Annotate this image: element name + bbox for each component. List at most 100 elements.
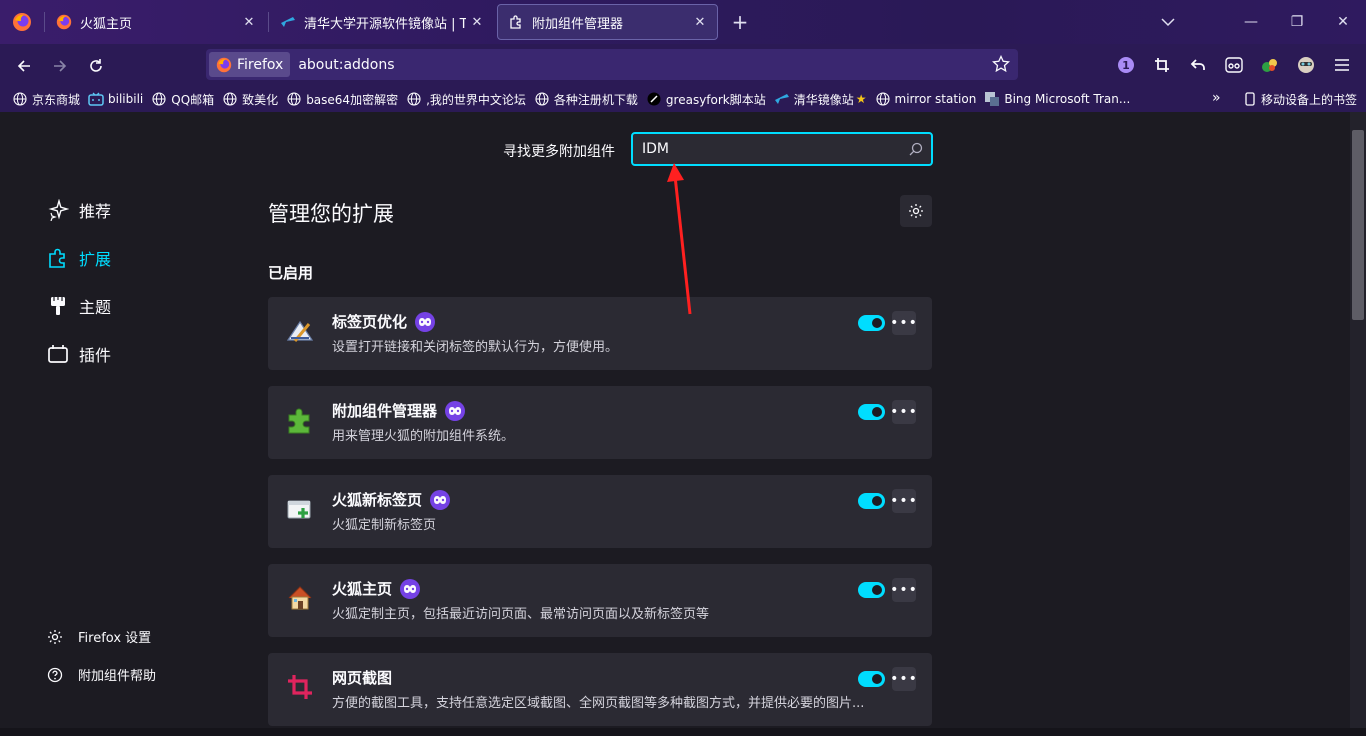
bookmark-item[interactable]: 京东商城 bbox=[8, 88, 84, 110]
bookmark-item[interactable]: Bing Microsoft Tran... bbox=[980, 88, 1134, 110]
addon-enable-toggle[interactable] bbox=[858, 315, 885, 331]
app-menu-button[interactable] bbox=[1330, 53, 1354, 77]
tab-firefox-home[interactable]: 火狐主页 ✕ bbox=[46, 4, 266, 40]
addon-name: 附加组件管理器 bbox=[332, 402, 438, 420]
addon-card[interactable]: 标签页优化 设置打开链接和关闭标签的默认行为，方便使用。 ••• bbox=[268, 297, 932, 370]
forward-button[interactable] bbox=[46, 52, 74, 80]
list-all-tabs-button[interactable] bbox=[1156, 10, 1180, 34]
bookmark-item[interactable]: 各种注册机下载 bbox=[530, 88, 642, 110]
globe-icon bbox=[534, 91, 550, 107]
category-label: 主题 bbox=[79, 298, 112, 317]
firefox-logo-icon bbox=[216, 57, 232, 73]
firefox-settings-link[interactable]: Firefox 设置 bbox=[46, 627, 151, 646]
bookmark-item[interactable]: mirror station bbox=[871, 88, 981, 110]
puzzle-icon bbox=[46, 246, 70, 270]
identity-box[interactable]: Firefox bbox=[209, 52, 291, 77]
bookmark-label: mirror station bbox=[894, 92, 977, 106]
bookmark-label: QQ邮箱 bbox=[171, 92, 215, 107]
enabled-section-heading: 已启用 bbox=[268, 264, 314, 282]
tab-close-icon[interactable]: ✕ bbox=[466, 11, 488, 33]
tab-tuna-mirror[interactable]: 清华大学开源软件镜像站 | Tsing ✕ bbox=[270, 4, 494, 40]
restore-button[interactable]: ❐ bbox=[1274, 0, 1320, 44]
tab-close-icon[interactable]: ✕ bbox=[689, 11, 711, 33]
tab-close-icon[interactable]: ✕ bbox=[238, 11, 260, 33]
bookmark-item[interactable]: 清华镜像站 ★ bbox=[770, 88, 871, 110]
badge-count: 1 bbox=[1122, 58, 1130, 72]
globe-icon bbox=[286, 91, 302, 107]
crop-icon bbox=[284, 671, 316, 703]
avatar-extension-button[interactable] bbox=[1294, 53, 1318, 77]
bookmark-item[interactable]: base64加密解密 bbox=[282, 88, 402, 110]
color-extension-button[interactable] bbox=[1258, 53, 1282, 77]
bookmark-item[interactable]: QQ邮箱 bbox=[147, 88, 218, 110]
firefox-logo-icon bbox=[13, 13, 31, 31]
addon-enable-toggle[interactable] bbox=[858, 582, 885, 598]
addon-enable-toggle[interactable] bbox=[858, 404, 885, 420]
sparkle-icon bbox=[46, 198, 70, 222]
glasses-icon bbox=[1225, 57, 1243, 73]
undo-close-tab-button[interactable] bbox=[1186, 53, 1210, 77]
addon-search-box[interactable] bbox=[631, 132, 933, 166]
category-recommended[interactable]: 推荐 bbox=[46, 196, 111, 224]
addon-description: 方便的截图工具，支持任意选定区域截图、全网页截图等多种截图方式，并提供必要的图片… bbox=[332, 696, 865, 711]
addon-more-options-button[interactable]: ••• bbox=[890, 489, 917, 513]
bookmark-star-button[interactable] bbox=[990, 53, 1012, 75]
firefox-view-button[interactable] bbox=[0, 0, 44, 44]
addon-card[interactable]: 网页截图 方便的截图工具，支持任意选定区域截图、全网页截图等多种截图方式，并提供… bbox=[268, 653, 932, 726]
tools-gear-button[interactable] bbox=[900, 195, 932, 227]
scrollbar-thumb[interactable] bbox=[1352, 130, 1364, 320]
addon-enable-toggle[interactable] bbox=[858, 671, 885, 687]
reader-extension-button[interactable] bbox=[1222, 53, 1246, 77]
bookmark-label: greasyfork脚本站 bbox=[665, 92, 766, 107]
addon-search-input[interactable] bbox=[633, 141, 893, 157]
addon-more-options-button[interactable]: ••• bbox=[890, 578, 917, 602]
firefox-logo-icon bbox=[56, 14, 72, 30]
addon-description: 设置打开链接和关闭标签的默认行为，方便使用。 bbox=[332, 340, 619, 355]
help-icon bbox=[46, 666, 64, 684]
close-window-button[interactable]: ✕ bbox=[1320, 0, 1366, 44]
url-text[interactable]: about:addons bbox=[298, 57, 394, 73]
page-scrollbar[interactable] bbox=[1350, 112, 1366, 736]
new-tab-icon bbox=[284, 493, 316, 525]
extension-badge-button[interactable]: 1 bbox=[1114, 53, 1138, 77]
arrow-left-icon bbox=[17, 60, 30, 72]
home-icon bbox=[284, 582, 316, 614]
nav-bar: Firefox about:addons 1 bbox=[0, 44, 1366, 86]
addons-help-link[interactable]: 附加组件帮助 bbox=[46, 665, 156, 684]
tab-addons-manager[interactable]: 附加组件管理器 ✕ bbox=[497, 4, 718, 40]
addon-more-options-button[interactable]: ••• bbox=[890, 667, 917, 691]
addon-card[interactable]: 火狐新标签页 火狐定制新标签页 ••• bbox=[268, 475, 932, 548]
category-extensions[interactable]: 扩展 bbox=[46, 244, 111, 272]
firefox-settings-label: Firefox 设置 bbox=[78, 631, 152, 646]
addon-description: 火狐定制新标签页 bbox=[332, 518, 437, 533]
multicolor-extension-icon bbox=[1262, 59, 1277, 72]
bookmarks-overflow-button[interactable]: » bbox=[1212, 90, 1221, 106]
addon-enable-toggle[interactable] bbox=[858, 493, 885, 509]
tuna-icon bbox=[774, 91, 790, 107]
category-themes[interactable]: 主题 bbox=[46, 292, 111, 320]
bookmark-item[interactable]: ,我的世界中文论坛 bbox=[402, 88, 530, 110]
reload-button[interactable] bbox=[82, 52, 110, 80]
addon-name-row: 附加组件管理器 bbox=[332, 400, 466, 421]
puzzle-icon bbox=[508, 14, 524, 30]
minimize-button[interactable]: — bbox=[1228, 0, 1274, 44]
addon-more-options-button[interactable]: ••• bbox=[890, 400, 917, 424]
addon-card[interactable]: 附加组件管理器 用来管理火狐的附加组件系统。 ••• bbox=[268, 386, 932, 459]
addon-card[interactable]: 火狐主页 火狐定制主页，包括最近访问页面、最常访问页面以及新标签页等 ••• bbox=[268, 564, 932, 637]
new-tab-button[interactable]: + bbox=[728, 10, 752, 34]
back-button[interactable] bbox=[10, 52, 38, 80]
bookmark-label: 清华镜像站 bbox=[793, 92, 854, 107]
addons-help-label: 附加组件帮助 bbox=[78, 669, 157, 684]
bookmark-item[interactable]: greasyfork脚本站 bbox=[642, 88, 770, 110]
bookmark-item[interactable]: 致美化 bbox=[218, 88, 282, 110]
addon-more-options-button[interactable]: ••• bbox=[890, 311, 917, 335]
url-bar[interactable]: Firefox about:addons bbox=[206, 49, 1018, 80]
mobile-bookmarks-button[interactable]: 移动设备上的书签 bbox=[1242, 86, 1357, 112]
category-plugins[interactable]: 插件 bbox=[46, 340, 111, 368]
bookmark-label: bilibili bbox=[108, 92, 144, 106]
bookmark-item[interactable]: bilibili bbox=[84, 88, 147, 110]
green-puzzle-icon bbox=[284, 404, 316, 436]
search-icon[interactable] bbox=[909, 141, 923, 160]
addon-name: 标签页优化 bbox=[332, 313, 408, 331]
screenshot-button[interactable] bbox=[1150, 53, 1174, 77]
